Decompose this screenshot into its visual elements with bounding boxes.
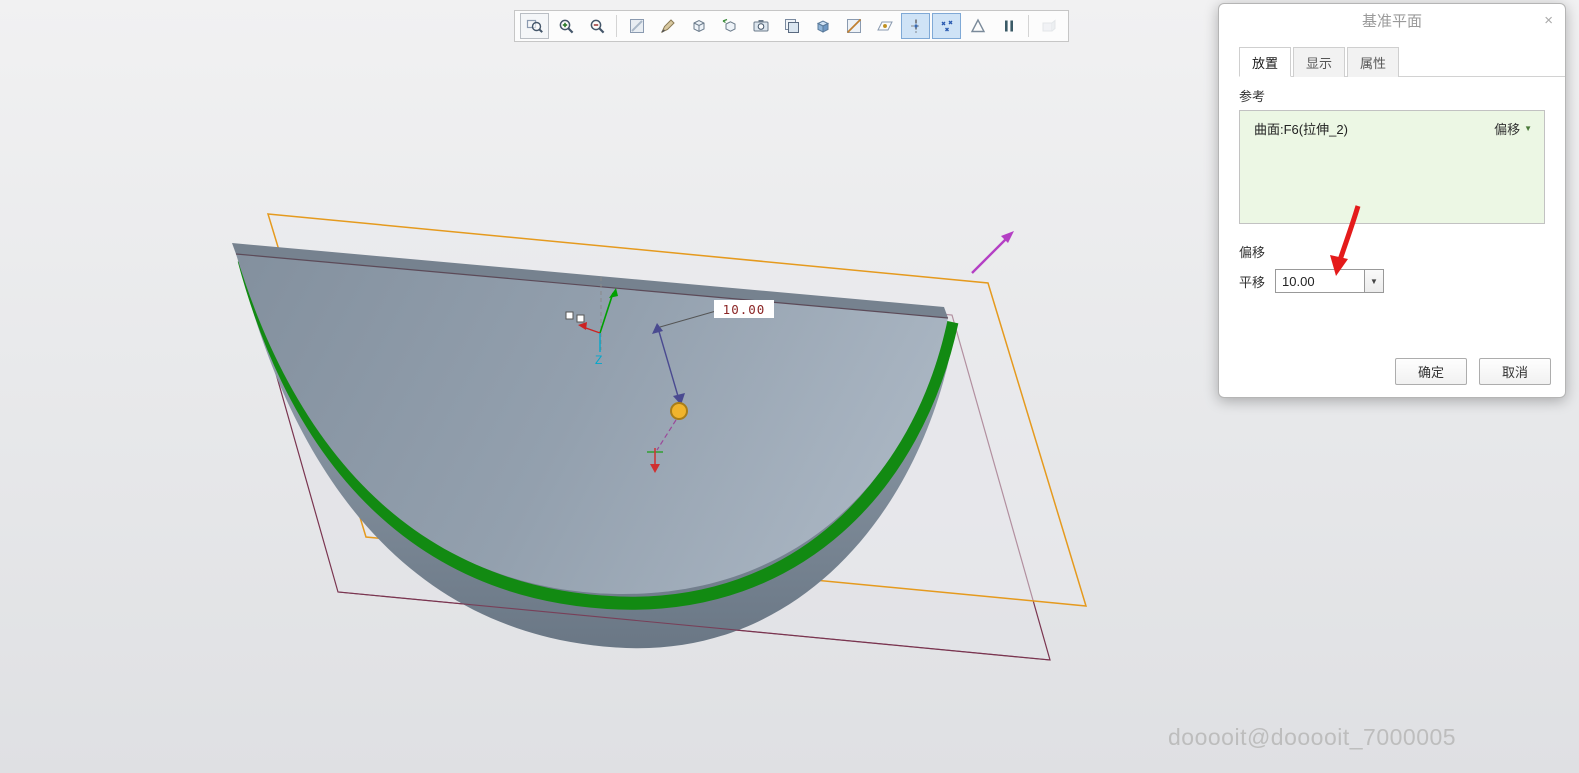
ok-button[interactable]: 确定: [1395, 358, 1467, 385]
view-capture-icon[interactable]: [746, 13, 775, 39]
csys-display-icon[interactable]: [963, 13, 992, 39]
cancel-button[interactable]: 取消: [1479, 358, 1551, 385]
tab-properties[interactable]: 属性: [1347, 47, 1399, 77]
dialog-tabs: 放置 显示 属性: [1239, 46, 1565, 77]
references-list[interactable]: 曲面:F6(拉伸_2) 偏移 ▼: [1239, 110, 1545, 224]
saved-orientations-icon[interactable]: [715, 13, 744, 39]
section-icon[interactable]: [839, 13, 868, 39]
references-label: 参考: [1239, 86, 1545, 105]
zoom-out-icon[interactable]: [582, 13, 611, 39]
origin-drag-handle[interactable]: [671, 403, 687, 419]
shading-icon[interactable]: [653, 13, 682, 39]
z-axis-label: Z: [595, 353, 602, 367]
constraint-label: 偏移: [1494, 119, 1520, 138]
zoom-window-icon[interactable]: [520, 13, 549, 39]
dialog-buttons: 确定 取消: [1395, 358, 1551, 385]
tab-display[interactable]: 显示: [1293, 47, 1345, 77]
spin-center-icon: [1034, 13, 1063, 39]
offset-direction-arrow[interactable]: [972, 231, 1014, 273]
chevron-down-icon: ▼: [1524, 124, 1532, 133]
translation-row: 平移 ▼: [1239, 269, 1545, 293]
translation-label: 平移: [1239, 272, 1265, 291]
datum-plane-dialog: 基准平面 × 放置 显示 属性 参考 曲面:F6(拉伸_2) 偏移 ▼ 偏移 平…: [1218, 3, 1566, 398]
view-manager-icon[interactable]: [777, 13, 806, 39]
perspective-icon[interactable]: [808, 13, 837, 39]
dialog-title: 基准平面: [1219, 4, 1565, 40]
translation-combo: ▼: [1275, 269, 1384, 293]
offset-section-label: 偏移: [1239, 242, 1545, 261]
watermark: dooooit@dooooit_7000005: [1168, 724, 1456, 751]
axis-display-icon[interactable]: [901, 13, 930, 39]
close-icon[interactable]: ×: [1544, 13, 1553, 28]
display-style-icon[interactable]: [684, 13, 713, 39]
translation-input[interactable]: [1275, 269, 1364, 293]
constraint-dropdown[interactable]: 偏移 ▼: [1494, 119, 1532, 138]
reference-value: 曲面:F6(拉伸_2): [1254, 119, 1348, 138]
repaint-icon[interactable]: [622, 13, 651, 39]
toolbar-separator: [616, 15, 617, 37]
chevron-down-icon: ▼: [1370, 277, 1378, 286]
translation-dropdown-button[interactable]: ▼: [1364, 269, 1384, 293]
zoom-in-icon[interactable]: [551, 13, 580, 39]
datum-display-icon[interactable]: [870, 13, 899, 39]
graphics-toolbar: [514, 10, 1069, 42]
dimension-value: 10.00: [723, 302, 766, 317]
annotation-pause-icon[interactable]: [994, 13, 1023, 39]
tab-placement[interactable]: 放置: [1239, 47, 1291, 77]
toolbar-separator: [1028, 15, 1029, 37]
point-display-icon[interactable]: [932, 13, 961, 39]
reference-row[interactable]: 曲面:F6(拉伸_2) 偏移 ▼: [1240, 111, 1544, 138]
